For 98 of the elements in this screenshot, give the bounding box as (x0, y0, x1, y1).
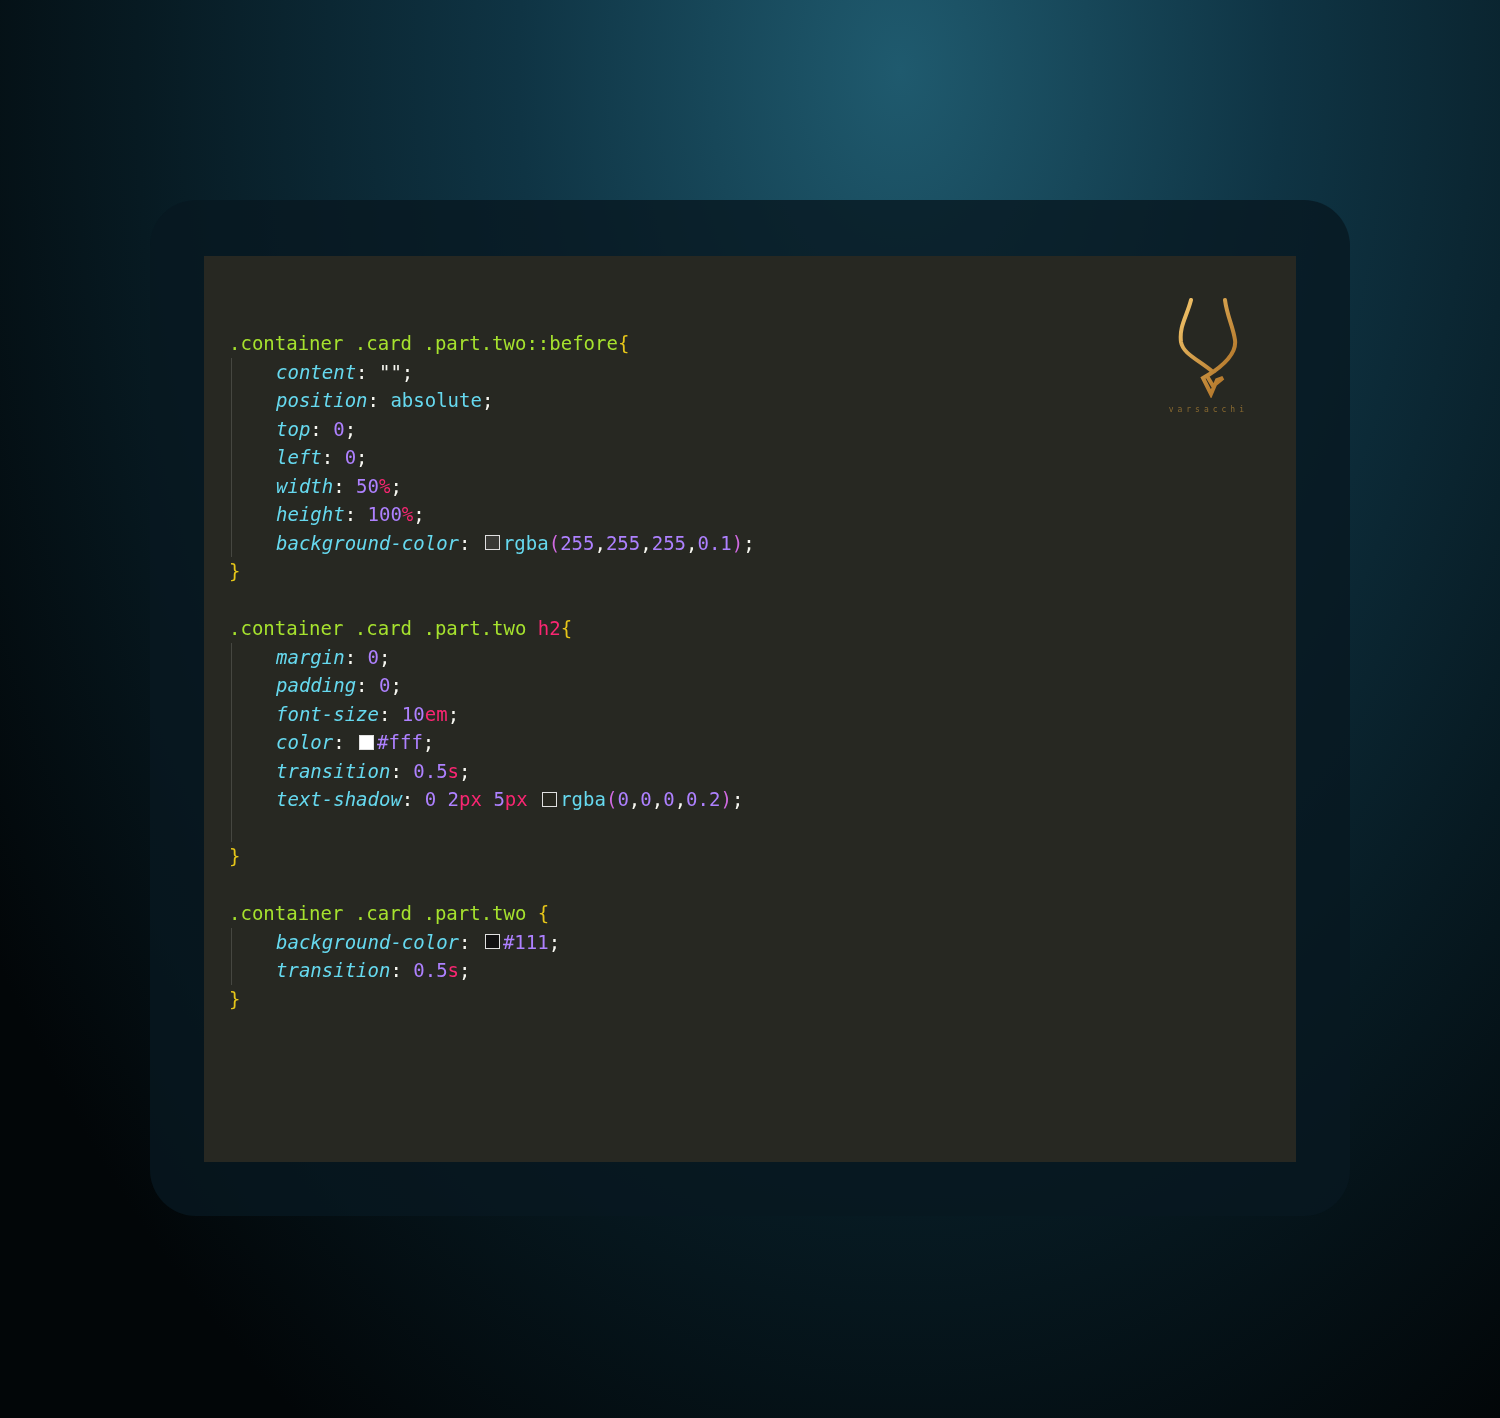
code-number: 0.5 (413, 758, 448, 784)
code-unit: % (379, 473, 391, 499)
code-number: 0 (344, 445, 357, 470)
code-number: 255 (560, 530, 595, 556)
code-property: padding (276, 673, 357, 698)
code-paren: ) (731, 530, 744, 556)
code-property: content (276, 359, 357, 385)
code-number: 0 (617, 787, 629, 812)
code-property: background-color (276, 530, 460, 556)
code-property: background-color (276, 929, 460, 955)
code-punctuation: : (321, 445, 335, 470)
code-punctuation: ; (731, 787, 744, 812)
code-punctuation: ; (548, 929, 561, 955)
code-punctuation: : (333, 730, 346, 755)
code-punctuation: ; (422, 730, 435, 755)
code-keyword: rgba (560, 787, 606, 812)
code-punctuation: ; (390, 673, 402, 698)
code-property: margin (276, 644, 345, 670)
code-punctuation: ; (390, 473, 402, 499)
code-brace: { (617, 331, 630, 356)
code-unit: s (447, 758, 460, 784)
code-punctuation: ; (401, 359, 414, 385)
code-keyword: absolute (390, 388, 482, 413)
code-selector: .container .card .part.two (229, 616, 528, 641)
code-number: 0 (378, 673, 391, 698)
code-number: 255 (605, 530, 641, 556)
code-number: 0 (663, 787, 675, 812)
code-punctuation: : (356, 359, 369, 385)
code-property: transition (276, 958, 391, 983)
code-punctuation: , (628, 787, 641, 812)
code-punctuation: ; (379, 644, 391, 670)
code-punctuation: ; (459, 758, 471, 784)
code-number: #fff (377, 730, 423, 755)
code-number: 0 2 (424, 787, 460, 812)
code-property: top (276, 416, 311, 442)
code-property: height (276, 502, 345, 527)
code-string: "" (378, 359, 402, 385)
code-brace: { (537, 901, 550, 926)
code-property: position (276, 388, 368, 413)
code-property: text-shadow (276, 787, 402, 812)
code-unit: em (424, 701, 448, 727)
code-punctuation: ; (447, 701, 460, 727)
code-punctuation: , (686, 530, 698, 556)
code-punctuation: : (378, 701, 392, 727)
code-number: 10 (401, 701, 425, 727)
code-punctuation: ; (481, 388, 494, 413)
code-number: 0.2 (686, 787, 721, 812)
code-punctuation: , (640, 530, 652, 556)
code-number: 255 (651, 530, 687, 556)
code-punctuation: : (459, 530, 472, 556)
code-property: font-size (276, 701, 379, 727)
code-punctuation: ; (344, 416, 357, 442)
code-number: 0.5 (413, 958, 448, 983)
code-property: left (276, 445, 322, 470)
code-punctuation: ; (459, 958, 471, 983)
code-punctuation: : (344, 502, 358, 527)
code-selector: .container .card .part.two (229, 901, 528, 926)
code-number: #111 (502, 929, 549, 955)
code-punctuation: : (459, 929, 472, 955)
code-property: color (276, 730, 334, 755)
code-selector: .container .card .part.two::before (229, 331, 618, 356)
code-number: 50 (356, 473, 379, 499)
code-property: transition (276, 758, 391, 784)
code-paren: ( (605, 787, 618, 812)
code-punctuation: , (594, 530, 606, 556)
code-punctuation: , (651, 787, 664, 812)
code-number: 0 (333, 416, 345, 442)
code-punctuation: : (390, 758, 403, 784)
code-brace: } (229, 986, 241, 1012)
code-number: 0 (367, 644, 379, 670)
code-punctuation: : (344, 644, 358, 670)
code-number: 100 (367, 502, 402, 527)
code-tag: h2 (537, 614, 561, 643)
code-punctuation: : (333, 473, 346, 499)
code-brace: } (229, 559, 241, 584)
code-unit: px (459, 787, 483, 812)
code-punctuation: ; (413, 502, 425, 527)
code-property: width (276, 473, 334, 499)
code-punctuation: : (367, 388, 380, 413)
code-punctuation: : (356, 673, 369, 698)
code-punctuation: : (310, 416, 323, 442)
code-number: 0.1 (697, 530, 732, 556)
code-number: 0 (640, 787, 652, 812)
code-number: 5 (493, 787, 505, 812)
code-brace: { (560, 616, 573, 641)
code-paren: ( (548, 530, 561, 556)
code-unit: % (401, 502, 414, 527)
logo-wordmark: varsacchi (1168, 404, 1248, 416)
code-unit: px (504, 787, 529, 812)
code-punctuation: ; (356, 445, 368, 470)
code-keyword: rgba (502, 530, 549, 556)
code-unit: s (447, 958, 460, 983)
code-paren: ) (720, 787, 732, 812)
code-punctuation: ; (743, 530, 755, 556)
horns-logo-icon (1177, 298, 1240, 398)
code-punctuation: , (674, 787, 687, 812)
code-punctuation: : (390, 958, 403, 983)
code-brace: } (229, 844, 241, 869)
